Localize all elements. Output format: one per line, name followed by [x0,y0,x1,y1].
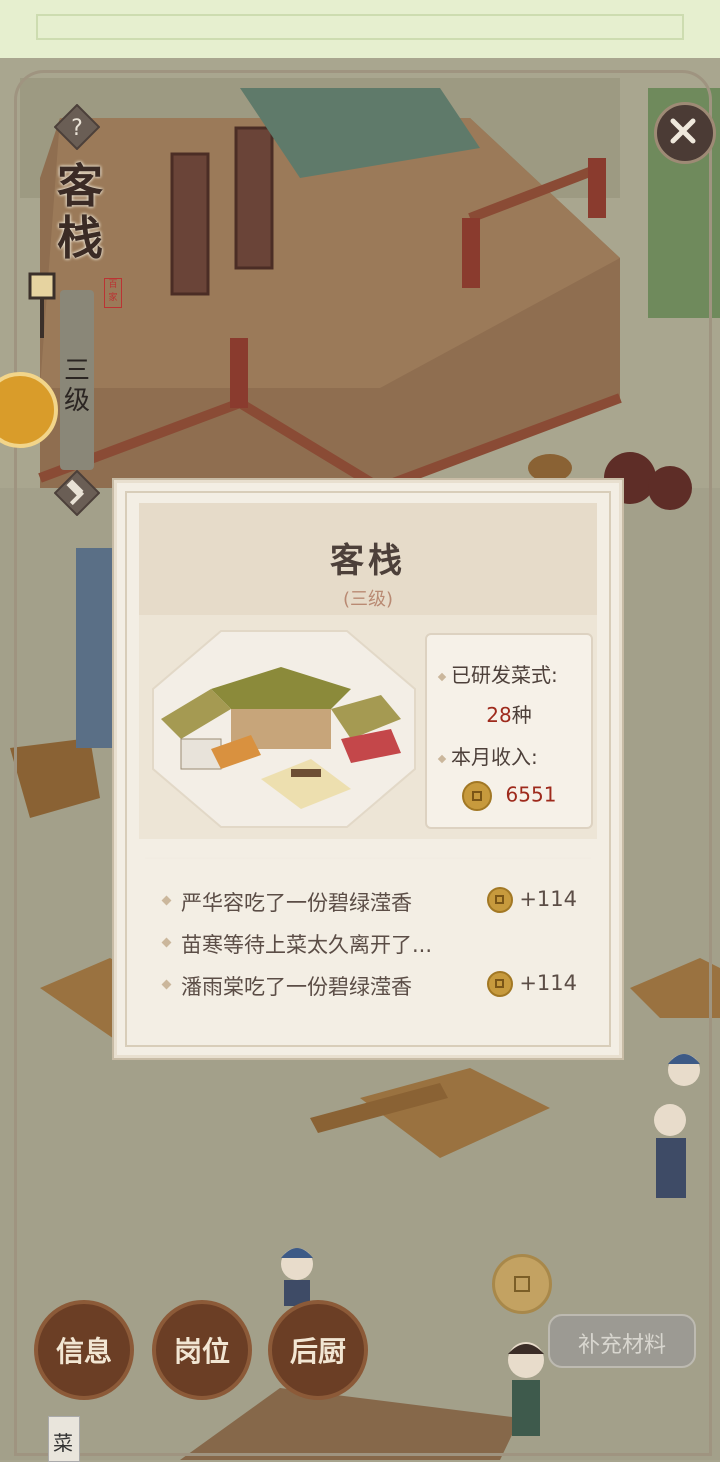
stats-box: 已研发菜式: 28种 本月收入: 6551 [425,633,593,829]
cook-character [508,1342,544,1436]
waiter-character [281,1248,313,1306]
inn-illustration [151,629,417,829]
activity-log[interactable]: 严华容吃了一份碧绿滢香 +114 苗寒等待上菜太久离开了... 潘雨棠吃了一份碧… [135,857,601,1021]
lantern-icon [22,268,62,338]
kitchen-button[interactable]: 后厨 [268,1300,368,1400]
top-bar [0,0,720,60]
refill-materials-button[interactable]: 补充材料 [548,1314,696,1368]
post-button[interactable]: 岗位 [152,1300,252,1400]
building-info-modal: 客栈 (三级) 已研发菜式: 28种 本月收入: 6551 严华容吃了一份碧绿滢… [114,480,622,1058]
seal-stamp: 百家 [104,278,122,308]
menu-tab[interactable]: 菜 [48,1416,80,1462]
coin-icon [487,887,514,913]
dishes-label: 已研发菜式: [437,659,558,688]
building-level: 三级 [63,356,90,416]
close-button[interactable] [654,102,716,164]
coin-icon [487,971,514,997]
log-item: 潘雨棠吃了一份碧绿滢香 +114 [135,971,601,1003]
close-icon [670,118,696,144]
income-value: 6551 [427,781,591,811]
building-image-panel: 已研发菜式: 28种 本月收入: 6551 [139,615,597,839]
income-label: 本月收入: [437,741,538,770]
dishes-value: 28种 [486,703,532,727]
modal-header: 客栈 (三级) [139,503,597,615]
help-icon[interactable]: ? [53,103,101,151]
customer-character [654,1054,700,1198]
log-item: 苗寒等待上菜太久离开了... [135,929,601,961]
coin-icon [461,781,492,811]
hammer-icon[interactable] [53,469,101,517]
building-title: 客栈 [57,159,103,265]
coin-icon[interactable] [492,1254,552,1314]
modal-subtitle: (三级) [342,589,394,610]
log-item: 严华容吃了一份碧绿滢香 +114 [135,887,601,919]
modal-title: 客栈 [330,541,406,581]
svg-text:?: ? [71,116,83,141]
info-button[interactable]: 信息 [34,1300,134,1400]
